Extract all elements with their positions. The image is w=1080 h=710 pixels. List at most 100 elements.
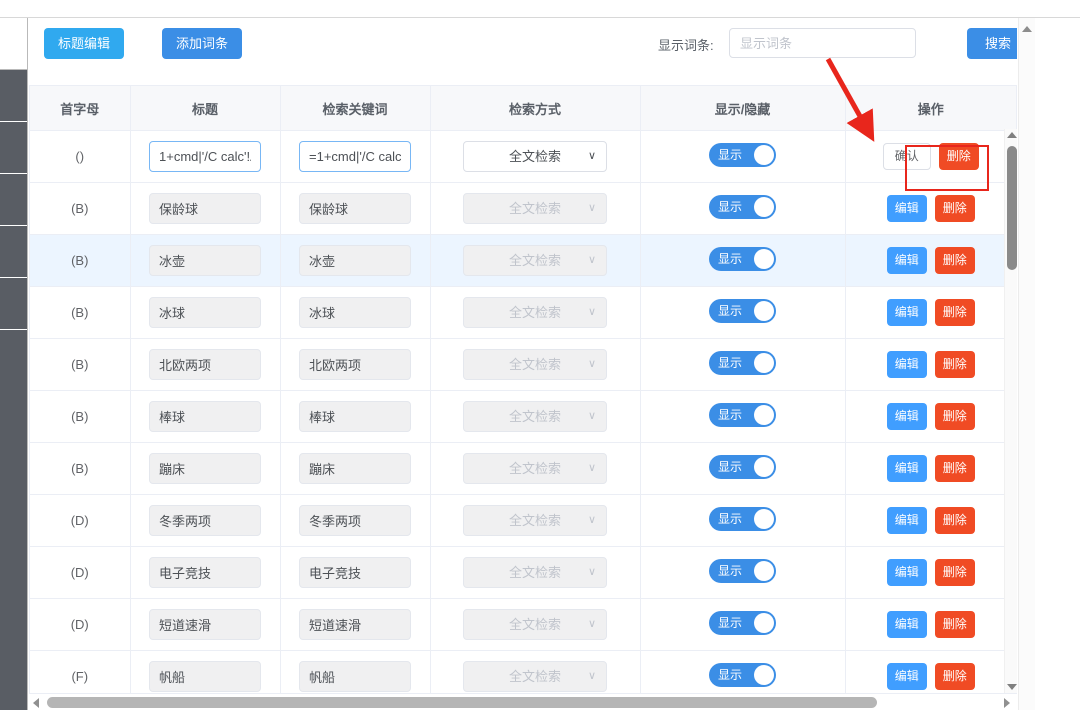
visibility-toggle[interactable]: 显示 (709, 559, 776, 583)
sidebar-item-2[interactable] (0, 122, 27, 174)
table-row[interactable]: (B) 全文检索 ∨ 显示 编辑删除 (30, 338, 1016, 391)
table-row[interactable]: (B) 全文检索 ∨ 显示 编辑删除 (30, 182, 1016, 235)
table-row[interactable]: (B) 全文检索 ∨ 显示 编辑删除 (30, 286, 1016, 339)
visibility-toggle[interactable]: 显示 (709, 455, 776, 479)
cell-initial: (B) (30, 182, 131, 235)
sidebar-item-4[interactable] (0, 226, 27, 278)
edit-button[interactable]: 编辑 (886, 195, 927, 222)
cell-title (130, 390, 281, 443)
scroll-left-arrow-icon[interactable] (33, 698, 39, 708)
sidebar-item-5[interactable] (0, 278, 27, 330)
visibility-toggle[interactable]: 显示 (709, 507, 776, 531)
delete-button[interactable]: 删除 (934, 403, 975, 430)
delete-button[interactable]: 删除 (934, 663, 975, 690)
cell-visibility: 显示 (640, 390, 846, 443)
search-button[interactable]: 搜索 (967, 28, 1017, 59)
method-select-value: 全文检索 (508, 357, 561, 372)
table-row[interactable]: (F) 全文检索 ∨ 显示 编辑删除 (30, 650, 1016, 693)
table-body: ()全文检索∨显示确认删除(B)全文检索∨显示编辑删除(B)全文检索∨显示编辑删… (30, 130, 1016, 693)
title-input[interactable] (149, 141, 261, 172)
method-select: 全文检索 ∨ (463, 193, 607, 224)
table-row[interactable]: (B) 全文检索 ∨ 显示 编辑删除 (30, 390, 1016, 443)
method-select-value: 全文检索 (508, 513, 561, 528)
table-scroll-thumb[interactable] (1007, 146, 1017, 270)
visibility-toggle[interactable]: 显示 (709, 663, 776, 687)
visibility-toggle[interactable]: 显示 (709, 143, 776, 167)
delete-button[interactable]: 删除 (934, 611, 975, 638)
table-row[interactable]: (B) 全文检索 ∨ 显示 编辑删除 (30, 234, 1016, 287)
toggle-knob (754, 613, 774, 633)
visibility-toggle-label: 显示 (718, 460, 743, 474)
visibility-toggle[interactable]: 显示 (709, 247, 776, 271)
chevron-down-icon: ∨ (587, 306, 596, 318)
delete-button[interactable]: 删除 (934, 247, 975, 274)
delete-button[interactable]: 删除 (934, 455, 975, 482)
delete-button[interactable]: 删除 (934, 507, 975, 534)
cell-method: 全文检索 ∨ (430, 598, 641, 651)
scroll-down-arrow-icon[interactable] (1007, 684, 1017, 690)
edit-button[interactable]: 编辑 (886, 663, 927, 690)
cell-operation: 编辑 删除 (845, 494, 1016, 547)
visibility-toggle[interactable]: 显示 (709, 611, 776, 635)
visibility-toggle-label: 显示 (718, 564, 743, 578)
table-row[interactable]: (B) 全文检索 ∨ 显示 编辑删除 (30, 442, 1016, 495)
table-horizontal-scrollbar[interactable] (29, 693, 1017, 710)
table-vertical-scrollbar[interactable] (1004, 129, 1017, 693)
delete-button[interactable]: 删除 (938, 143, 979, 170)
cell-operation: 确认 删除 (845, 130, 1016, 183)
search-label: 显示词条: (658, 38, 714, 53)
confirm-button[interactable]: 确认 (882, 143, 931, 170)
edit-button[interactable]: 编辑 (886, 611, 927, 638)
method-select[interactable]: 全文检索 ∨ (463, 141, 607, 172)
sidebar-item-0[interactable] (0, 18, 27, 70)
sidebar-item-3[interactable] (0, 174, 27, 226)
edit-button[interactable]: 编辑 (886, 455, 927, 482)
sidebar-item-1[interactable] (0, 70, 27, 122)
visibility-toggle[interactable]: 显示 (709, 299, 776, 323)
visibility-toggle[interactable]: 显示 (709, 403, 776, 427)
table-row[interactable]: (D) 全文检索 ∨ 显示 编辑删除 (30, 494, 1016, 547)
cell-method: 全文检索 ∨ (430, 182, 641, 235)
page-vertical-scrollbar[interactable] (1018, 18, 1035, 710)
method-select-value: 全文检索 (508, 461, 561, 476)
scroll-up-arrow-icon[interactable] (1007, 132, 1017, 138)
visibility-toggle[interactable]: 显示 (709, 195, 776, 219)
cell-title (130, 182, 281, 235)
page-scroll-up-arrow-icon[interactable] (1022, 26, 1032, 32)
toggle-knob (754, 405, 774, 425)
edit-button[interactable]: 编辑 (886, 507, 927, 534)
cell-visibility: 显示 (640, 338, 846, 391)
edit-button[interactable]: 编辑 (886, 299, 927, 326)
table-row[interactable]: (D) 全文检索 ∨ 显示 编辑删除 (30, 598, 1016, 651)
visibility-toggle[interactable]: 显示 (709, 351, 776, 375)
edit-button[interactable]: 编辑 (886, 559, 927, 586)
horizontal-scroll-thumb[interactable] (47, 697, 877, 708)
edit-button[interactable]: 编辑 (886, 247, 927, 274)
visibility-toggle-label: 显示 (718, 668, 743, 682)
cell-initial: (B) (30, 234, 131, 287)
edit-button[interactable]: 编辑 (886, 351, 927, 378)
sidebar-filler (0, 330, 27, 710)
delete-button[interactable]: 删除 (934, 559, 975, 586)
entries-table: 首字母 标题 检索关键词 检索方式 显示/隐藏 操作 () 全文检索 ∨ 显示 确认删除… (30, 86, 1016, 693)
chevron-down-icon: ∨ (587, 462, 596, 474)
table-row[interactable]: () 全文检索 ∨ 显示 确认删除 (30, 130, 1016, 183)
keyword-input (299, 297, 411, 328)
delete-button[interactable]: 删除 (934, 351, 975, 378)
cell-method: 全文检索 ∨ (430, 494, 641, 547)
visibility-toggle-label: 显示 (718, 616, 743, 630)
search-input[interactable] (729, 28, 916, 58)
title-input (149, 453, 261, 484)
keyword-input (299, 609, 411, 640)
edit-button[interactable]: 编辑 (886, 403, 927, 430)
method-select-value: 全文检索 (508, 565, 561, 580)
table-row[interactable]: (D) 全文检索 ∨ 显示 编辑删除 (30, 546, 1016, 599)
title-edit-button[interactable]: 标题编辑 (44, 28, 124, 59)
scroll-right-arrow-icon[interactable] (1004, 698, 1010, 708)
left-sidebar[interactable] (0, 18, 28, 710)
add-entry-button[interactable]: 添加词条 (162, 28, 242, 59)
delete-button[interactable]: 删除 (934, 195, 975, 222)
delete-button[interactable]: 删除 (934, 299, 975, 326)
keyword-input[interactable] (299, 141, 411, 172)
table-header-row: 首字母 标题 检索关键词 检索方式 显示/隐藏 操作 (30, 86, 1016, 131)
